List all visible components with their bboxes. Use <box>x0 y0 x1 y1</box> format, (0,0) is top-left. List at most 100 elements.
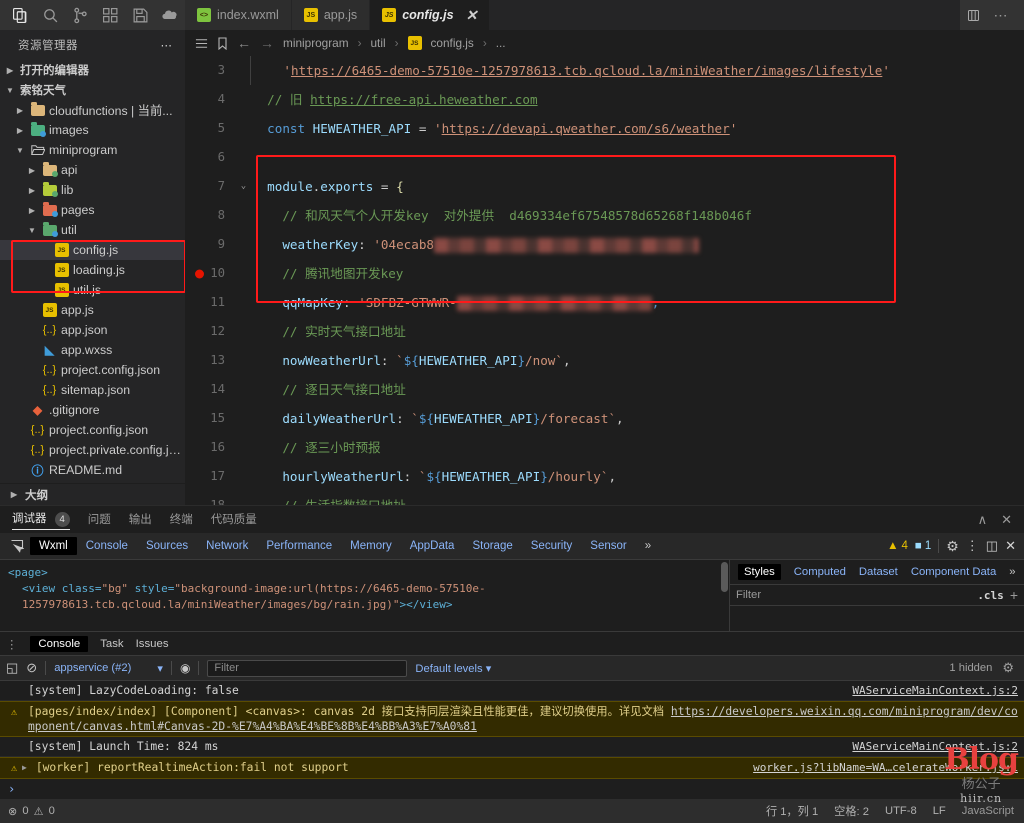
breadcrumb-part-miniprogram[interactable]: miniprogram <box>283 36 349 50</box>
sidebar-item-app-wxss[interactable]: ▶ ◣ app.wxss <box>0 340 185 360</box>
source-control-icon[interactable] <box>66 1 94 29</box>
code-line[interactable]: 7 ⌄ module.exports = { <box>185 172 1024 201</box>
more-actions-icon[interactable]: ⋯ <box>988 2 1014 28</box>
gear-icon[interactable]: ⚙ <box>1002 660 1014 676</box>
sidebar-item-images[interactable]: ▶ images <box>0 120 185 140</box>
tab-app-js[interactable]: JS app.js <box>291 0 371 30</box>
code-line[interactable]: 14 // 逐日天气接口地址 <box>185 375 1024 404</box>
code-line[interactable]: 12 // 实时天气接口地址 <box>185 317 1024 346</box>
code-line[interactable]: 16 // 逐三小时预报 <box>185 433 1024 462</box>
code-line[interactable]: 4 // 旧 https://free-api.heweather.com <box>185 85 1024 114</box>
bookmark-icon[interactable] <box>217 36 228 50</box>
save-icon[interactable] <box>126 1 154 29</box>
console-prompt[interactable]: › <box>0 779 1024 799</box>
indentation[interactable]: 空格: 2 <box>834 803 869 819</box>
sidebar-item-util-js[interactable]: ▶ JS util.js <box>0 280 185 300</box>
inspect-element-icon[interactable] <box>4 539 30 553</box>
toggle-explorer-icon[interactable] <box>195 37 208 50</box>
console-message-source[interactable]: worker.js?libName=WA…celerateWorker.js:1 <box>743 760 1018 775</box>
language-mode[interactable]: JavaScript <box>962 805 1014 817</box>
sidebar-item-util[interactable]: ▼ util <box>0 220 185 240</box>
devtools-tabs-overflow[interactable]: » <box>636 537 660 555</box>
code-line[interactable]: 15 dailyWeatherUrl: `${HEWEATHER_API}/fo… <box>185 404 1024 433</box>
encoding[interactable]: UTF-8 <box>885 805 917 817</box>
cloud-icon[interactable] <box>156 1 184 29</box>
sidebar-item-lib[interactable]: ▶ lib <box>0 180 185 200</box>
drawer-tab-issues[interactable]: Issues <box>136 638 169 650</box>
navigate-back-icon[interactable]: ← <box>237 35 251 51</box>
code-line[interactable]: 3 'https://6465-demo-57510e-1257978613.t… <box>185 56 1024 85</box>
devtools-tab-network[interactable]: Network <box>197 537 257 555</box>
styles-tab-component-data[interactable]: Component Data <box>911 566 996 578</box>
console-message[interactable]: ⚠ [pages/index/index] [Component] <canva… <box>0 701 1024 737</box>
code-line[interactable]: 11 qqMapKey: 'SDFBZ-GTWWR-, <box>185 288 1024 317</box>
kebab-menu-icon[interactable]: ⋮ <box>6 637 18 651</box>
cls-button[interactable]: .cls <box>977 589 1004 602</box>
console-message[interactable]: [system] Launch Time: 824 ms WAServiceMa… <box>0 737 1024 757</box>
styles-tabs-overflow[interactable]: » <box>1009 566 1015 578</box>
wxml-line-page[interactable]: <page> <box>8 565 721 581</box>
code-line[interactable]: 10 // 腾讯地图开发key <box>185 259 1024 288</box>
code-line[interactable]: 6 <box>185 143 1024 172</box>
sidebar-item-readme-md[interactable]: ▶ ⓘ README.md <box>0 460 185 480</box>
sidebar-item-loading-js[interactable]: ▶ JS loading.js <box>0 260 185 280</box>
devtools-tab-memory[interactable]: Memory <box>341 537 401 555</box>
devtools-tab-sensor[interactable]: Sensor <box>581 537 635 555</box>
sidebar-section-project-root[interactable]: ▼ 索铭天气 <box>0 80 185 100</box>
search-icon[interactable] <box>36 1 64 29</box>
panel-tab-debugger[interactable]: 调试器 4 <box>12 510 70 530</box>
status-problems[interactable]: ⊗ 0 ⚠ 0 <box>8 805 185 818</box>
extensions-icon[interactable] <box>96 1 124 29</box>
devtools-tab-storage[interactable]: Storage <box>463 537 521 555</box>
wxml-line-view[interactable]: <view class="bg" style="background-image… <box>8 581 721 613</box>
tab-config-js[interactable]: JS config.js ✕ <box>370 0 491 30</box>
code-line[interactable]: 18 // 生活指数接口地址 <box>185 491 1024 505</box>
explorer-icon[interactable] <box>6 1 34 29</box>
close-icon[interactable]: ✕ <box>1005 538 1016 554</box>
sidebar-item-gitignore[interactable]: ▶ ◆ .gitignore <box>0 400 185 420</box>
panel-tab-problems[interactable]: 问题 <box>88 511 111 529</box>
styles-tab-styles[interactable]: Styles <box>738 564 781 580</box>
add-style-rule-button[interactable]: + <box>1010 587 1018 603</box>
split-editor-layout-icon[interactable] <box>960 2 986 28</box>
console-context-select[interactable]: appservice (#2) ▾ <box>54 662 163 675</box>
panel-tab-output[interactable]: 输出 <box>129 511 152 529</box>
drawer-tab-console[interactable]: Console <box>30 635 89 652</box>
sidebar-section-outline[interactable]: ▶ 大纲 <box>0 483 185 505</box>
sidebar-item-app-js[interactable]: ▶ JS app.js <box>0 300 185 320</box>
expand-arrow-icon[interactable]: ▶ <box>22 760 30 775</box>
console-message-source[interactable]: WAServiceMainContext.js:2 <box>842 739 1018 754</box>
panel-close-icon[interactable]: ✕ <box>1001 512 1012 528</box>
devtools-tab-security[interactable]: Security <box>522 537 582 555</box>
panel-tab-terminal[interactable]: 终端 <box>170 511 193 529</box>
sidebar-item-api[interactable]: ▶ api <box>0 160 185 180</box>
fold-indicator[interactable]: ⌄ <box>237 172 250 201</box>
tab-index-wxml[interactable]: <> index.wxml <box>185 0 292 30</box>
panel-tab-code-quality[interactable]: 代码质量 <box>211 511 257 529</box>
devtools-tab-console[interactable]: Console <box>77 537 137 555</box>
cursor-position[interactable]: 行 1，列 1 <box>766 803 818 819</box>
code-line[interactable]: 8 // 和风天气个人开发key 对外提供 d469334ef67548578d… <box>185 201 1024 230</box>
devtools-tab-wxml[interactable]: Wxml <box>30 537 77 555</box>
explorer-more-icon[interactable]: ⋯ <box>161 38 174 52</box>
sidebar-section-open-editors[interactable]: ▶ 打开的编辑器 <box>0 60 185 80</box>
code-line[interactable]: 13 nowWeatherUrl: `${HEWEATHER_API}/now`… <box>185 346 1024 375</box>
warning-count[interactable]: ▲ 4 <box>887 540 908 552</box>
sidebar-item-miniprogram[interactable]: ▼ miniprogram <box>0 140 185 160</box>
console-filter-input[interactable]: Filter <box>207 659 408 677</box>
info-count[interactable]: ■ 1 <box>915 540 931 552</box>
console-sidebar-toggle-icon[interactable]: ◱ <box>6 660 18 676</box>
breadcrumb-part-util[interactable]: util <box>371 36 386 50</box>
sidebar-item-cloudfunctions[interactable]: ▶ cloudfunctions | 当前... <box>0 100 185 120</box>
sidebar-item-sitemap-json[interactable]: ▶ {..} sitemap.json <box>0 380 185 400</box>
sidebar-item-app-json[interactable]: ▶ {..} app.json <box>0 320 185 340</box>
eol-sequence[interactable]: LF <box>933 805 946 817</box>
code-line[interactable]: 5 const HEWEATHER_API = 'https://devapi.… <box>185 114 1024 143</box>
console-levels-select[interactable]: Default levels ▾ <box>415 662 491 675</box>
styles-filter-input[interactable]: Filter <box>736 589 971 601</box>
navigate-forward-icon[interactable]: → <box>260 35 274 51</box>
gear-icon[interactable]: ⚙ <box>946 538 959 555</box>
dock-side-icon[interactable]: ◫ <box>986 538 998 554</box>
wxml-tree-pane[interactable]: <page> <view class="bg" style="backgroun… <box>0 560 730 631</box>
console-message-list[interactable]: [system] LazyCodeLoading: false WAServic… <box>0 681 1024 799</box>
